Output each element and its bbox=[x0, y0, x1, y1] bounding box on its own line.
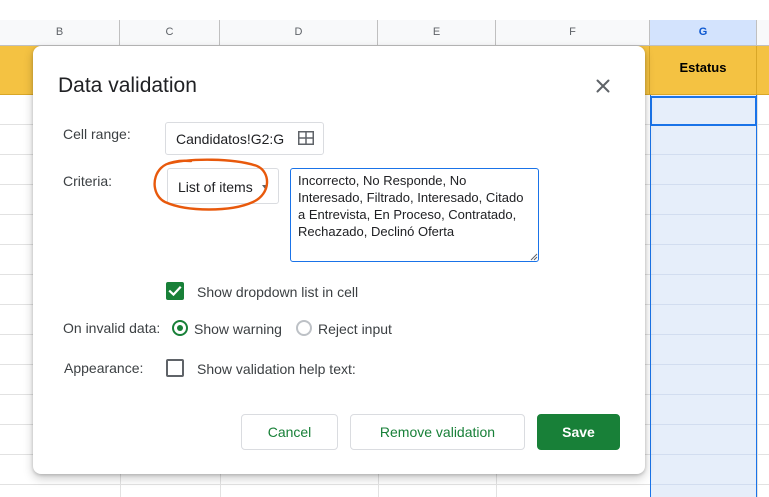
column-header-c[interactable]: C bbox=[120, 20, 220, 45]
cell-range-value: Candidatos!G2:G bbox=[176, 131, 285, 147]
show-dropdown-label: Show dropdown list in cell bbox=[197, 284, 359, 300]
cell-range-label: Cell range: bbox=[63, 126, 131, 142]
cancel-button[interactable]: Cancel bbox=[241, 414, 338, 450]
selected-column-g[interactable] bbox=[650, 95, 757, 497]
dialog-title: Data validation bbox=[58, 74, 197, 97]
header-cell-estatus[interactable]: Estatus bbox=[650, 46, 757, 94]
dropdown-arrow-icon bbox=[262, 185, 268, 189]
reject-input-radio[interactable] bbox=[296, 320, 312, 336]
show-dropdown-checkbox[interactable] bbox=[166, 282, 184, 300]
show-help-text-checkbox[interactable] bbox=[166, 359, 184, 377]
appearance-label: Appearance: bbox=[64, 360, 144, 376]
close-button[interactable] bbox=[591, 74, 615, 98]
list-items-textarea[interactable]: Incorrecto, No Responde, No Interesado, … bbox=[290, 168, 539, 262]
formula-bar[interactable] bbox=[0, 0, 769, 21]
resize-handle-icon[interactable] bbox=[530, 253, 538, 261]
check-icon bbox=[168, 286, 182, 297]
show-help-text-label: Show validation help text: bbox=[197, 361, 356, 377]
close-icon bbox=[596, 79, 610, 93]
on-invalid-data-label: On invalid data: bbox=[63, 320, 161, 336]
column-header-g[interactable]: G bbox=[650, 20, 757, 45]
column-header-h[interactable] bbox=[757, 20, 769, 45]
cell-range-input[interactable]: Candidatos!G2:G bbox=[165, 122, 324, 155]
grid-select-icon[interactable] bbox=[298, 131, 314, 145]
criteria-selected-value: List of items bbox=[178, 179, 253, 195]
header-cell[interactable] bbox=[757, 46, 769, 94]
column-header-b[interactable]: B bbox=[0, 20, 120, 45]
column-header-e[interactable]: E bbox=[378, 20, 496, 45]
criteria-label: Criteria: bbox=[63, 173, 113, 189]
active-cell-g2[interactable] bbox=[650, 96, 757, 126]
show-warning-radio[interactable] bbox=[172, 320, 188, 336]
data-validation-dialog: Data validation Cell range: Candidatos!G… bbox=[33, 46, 645, 474]
column-header-f[interactable]: F bbox=[496, 20, 650, 45]
save-button[interactable]: Save bbox=[537, 414, 620, 450]
reject-input-label[interactable]: Reject input bbox=[318, 321, 392, 337]
grid-line bbox=[757, 95, 758, 497]
remove-validation-button[interactable]: Remove validation bbox=[350, 414, 525, 450]
show-warning-label[interactable]: Show warning bbox=[194, 321, 282, 337]
column-header-d[interactable]: D bbox=[220, 20, 378, 45]
criteria-dropdown[interactable]: List of items bbox=[167, 168, 279, 204]
column-headers: B C D E F G bbox=[0, 20, 769, 46]
